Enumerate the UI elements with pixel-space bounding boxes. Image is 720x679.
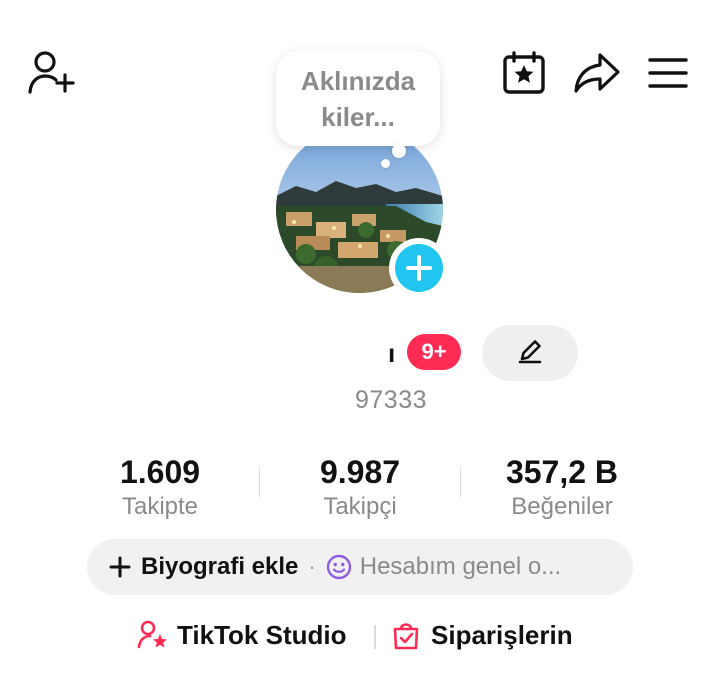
stat-followers-label: Takipçi [323, 493, 397, 520]
stat-following[interactable]: 1.609 Takipte [65, 452, 255, 522]
add-avatar-button[interactable] [389, 238, 449, 298]
orders-label: Siparişlerin [431, 619, 573, 650]
stat-divider [259, 466, 260, 498]
creator-star-icon [137, 619, 169, 651]
plus-icon [395, 244, 443, 292]
bio-bar[interactable]: Biyografi ekle · Hesabım genel o... [87, 539, 633, 595]
shopping-bag-icon [391, 619, 421, 651]
status-text: Hesabım genel o... [359, 553, 562, 580]
smiley-icon [326, 554, 352, 580]
status-button[interactable]: Hesabım genel o... [326, 553, 561, 581]
profile-name-fragment: ı [388, 338, 396, 368]
stat-divider [460, 466, 461, 498]
plus-icon [109, 556, 131, 578]
add-bio-button[interactable]: Biyografi ekle [109, 553, 298, 581]
note-placeholder-line1: Aklınızda [300, 65, 416, 96]
pencil-icon [516, 337, 544, 370]
tiktok-studio-label: TikTok Studio [177, 619, 347, 650]
stat-followers[interactable]: 9.987 Takipçi [265, 452, 455, 522]
bubble-tail-dot-small [381, 159, 390, 168]
add-friend-icon[interactable] [26, 50, 78, 96]
note-placeholder-line2: kiler... [321, 101, 395, 132]
edit-profile-button[interactable] [482, 325, 578, 381]
add-bio-label: Biyografi ekle [141, 553, 299, 580]
stat-following-label: Takipte [121, 493, 199, 520]
bio-separator: · [308, 554, 316, 579]
calendar-star-icon[interactable] [500, 50, 548, 96]
link-divider [374, 625, 376, 649]
bubble-tail-dot [392, 144, 406, 158]
username: 97333 [355, 386, 428, 414]
stat-likes[interactable]: 357,2 B Beğeniler [467, 452, 657, 522]
orders-link[interactable]: Siparişlerin [391, 619, 573, 651]
menu-icon[interactable] [646, 54, 690, 92]
stat-likes-label: Beğeniler [511, 493, 613, 520]
tiktok-studio-link[interactable]: TikTok Studio [137, 619, 346, 651]
notification-badge[interactable]: 9+ [407, 334, 461, 370]
stat-following-value: 1.609 [119, 454, 201, 490]
stat-likes-value: 357,2 B [505, 454, 619, 490]
stat-followers-value: 9.987 [319, 454, 401, 490]
note-bubble[interactable]: Aklınızda kiler... [276, 51, 440, 146]
share-icon[interactable] [572, 50, 622, 96]
